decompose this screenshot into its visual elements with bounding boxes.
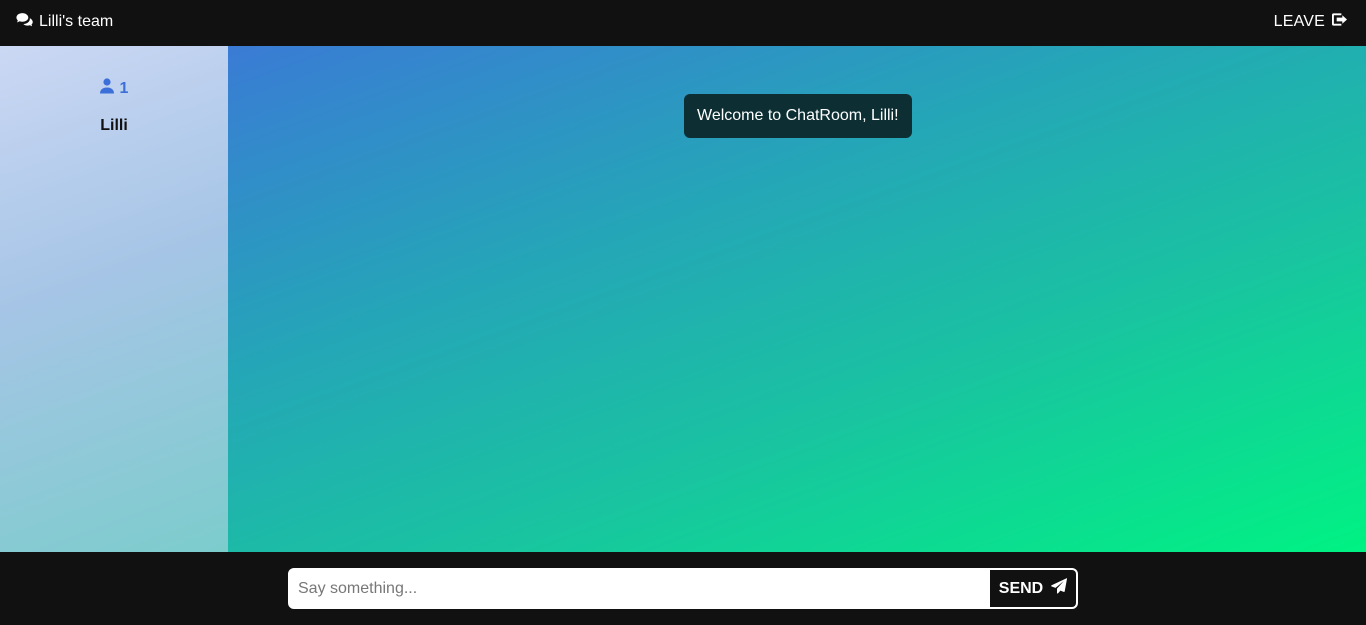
user-icon <box>99 78 114 99</box>
message-composer: SEND <box>288 568 1078 609</box>
message-input[interactable] <box>290 570 990 607</box>
send-button[interactable]: SEND <box>990 570 1076 607</box>
chat-area: Welcome to ChatRoom, Lilli! <box>228 46 1366 552</box>
leave-label: LEAVE <box>1273 13 1325 30</box>
users-sidebar: 1 Lilli <box>0 46 228 552</box>
user-list-item: Lilli <box>100 117 128 134</box>
comments-icon <box>16 12 33 32</box>
send-label: SEND <box>998 579 1044 597</box>
online-count: 1 <box>0 78 228 99</box>
team-title: Lilli's team <box>16 12 113 32</box>
team-name: Lilli's team <box>39 13 114 30</box>
system-message: Welcome to ChatRoom, Lilli! <box>684 94 912 138</box>
top-bar: Lilli's team LEAVE <box>0 0 1366 46</box>
sign-out-icon <box>1331 12 1348 32</box>
paper-plane-icon <box>1051 578 1068 599</box>
user-count-value: 1 <box>119 79 129 97</box>
leave-button[interactable]: LEAVE <box>1274 12 1348 32</box>
bottom-bar: SEND <box>0 552 1366 625</box>
